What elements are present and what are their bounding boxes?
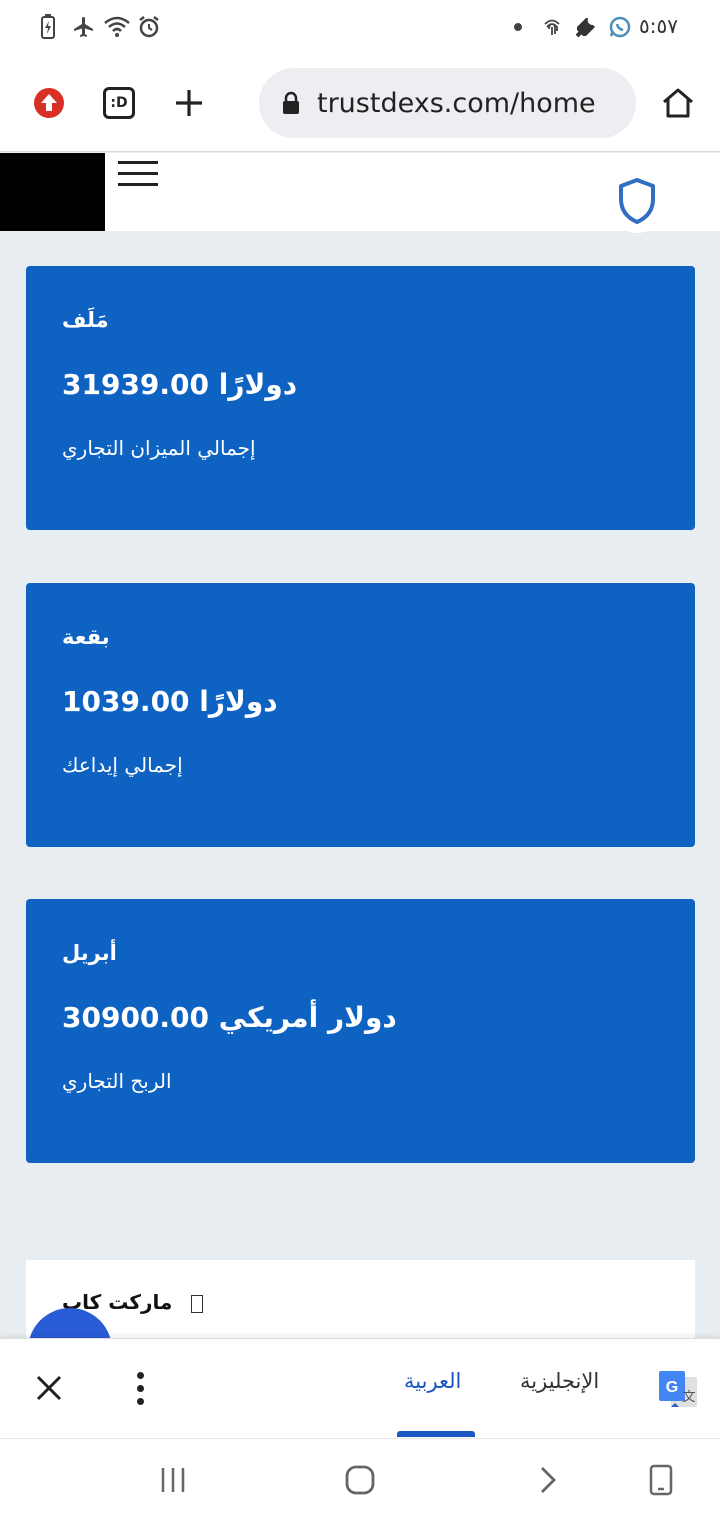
- card-subtitle: الربح التجاري: [62, 1069, 172, 1093]
- status-bar: ٥:٥٧: [0, 0, 720, 54]
- card-amount: دولار أمريكي 30900.00: [62, 1001, 397, 1034]
- google-translate-icon: G文: [657, 1369, 699, 1411]
- translate-bar: العربية الإنجليزية G文: [0, 1338, 720, 1438]
- plus-icon: [176, 90, 202, 116]
- translate-menu-button[interactable]: [124, 1367, 156, 1409]
- system-navigation-bar: [0, 1438, 720, 1520]
- home-button[interactable]: [648, 54, 708, 152]
- close-icon: [36, 1375, 62, 1401]
- home-icon: [663, 88, 693, 118]
- card-subtitle: إجمالي الميزان التجاري: [62, 436, 256, 460]
- home-nav-button[interactable]: [335, 1457, 385, 1503]
- whatsapp-icon: [606, 14, 634, 40]
- card-title: أبريل: [62, 941, 117, 965]
- chevron-right-icon: [541, 1467, 556, 1493]
- browser-toolbar: :D trustdexs.com/home: [0, 54, 720, 152]
- dot-icon: [510, 14, 526, 40]
- site-header: [0, 153, 720, 233]
- active-tab-indicator: [397, 1431, 475, 1437]
- status-time: ٥:٥٧: [639, 14, 678, 38]
- update-button[interactable]: [19, 54, 79, 152]
- alarm-icon: [136, 14, 162, 40]
- close-translate-button[interactable]: [28, 1367, 70, 1409]
- profit-card: أبريل دولار أمريكي 30900.00 الربح التجار…: [26, 899, 695, 1163]
- shield-icon: [619, 178, 655, 224]
- rotate-screen-button[interactable]: [636, 1457, 686, 1503]
- card-amount: دولارًا 31939.00: [62, 368, 298, 401]
- back-button[interactable]: [523, 1457, 573, 1503]
- card-title: مَلَف: [62, 308, 109, 332]
- svg-text:G: G: [666, 1379, 678, 1396]
- svg-text:文: 文: [682, 1390, 695, 1405]
- tab-source-language[interactable]: الإنجليزية: [520, 1369, 599, 1393]
- wifi-icon: [102, 14, 132, 40]
- new-tab-button[interactable]: [159, 54, 219, 152]
- airplane-icon: [70, 14, 98, 40]
- redacted-logo: [0, 153, 105, 231]
- deposit-card: بقعة دولارًا 1039.00 إجمالي إيداعك: [26, 583, 695, 847]
- card-amount: دولارًا 1039.00: [62, 685, 278, 718]
- hamburger-menu-icon[interactable]: [118, 161, 158, 193]
- tab-switcher-button[interactable]: :D: [89, 54, 149, 152]
- update-icon: [34, 88, 64, 118]
- card-title: بقعة: [62, 625, 110, 649]
- url-text: trustdexs.com/home: [317, 87, 596, 119]
- url-bar[interactable]: trustdexs.com/home: [259, 68, 636, 138]
- recent-apps-button[interactable]: [148, 1457, 198, 1503]
- home-nav-icon: [345, 1465, 375, 1495]
- tab-count: :D: [103, 87, 135, 119]
- phone-rotate-icon: [649, 1464, 673, 1496]
- balance-card: مَلَف دولارًا 31939.00 إجمالي الميزان ال…: [26, 266, 695, 530]
- wrench-icon: [572, 14, 600, 40]
- shield-button[interactable]: [608, 169, 666, 233]
- market-cap-section: ماركت كاب: [26, 1260, 695, 1340]
- recent-apps-icon: [161, 1468, 185, 1492]
- battery-saver-icon: [36, 14, 60, 40]
- fingerprint-icon: [538, 14, 566, 40]
- card-subtitle: إجمالي إيداعك: [62, 753, 183, 777]
- missing-glyph-icon: [191, 1294, 204, 1313]
- lock-icon: [283, 91, 299, 114]
- tab-target-language[interactable]: العربية: [404, 1369, 461, 1393]
